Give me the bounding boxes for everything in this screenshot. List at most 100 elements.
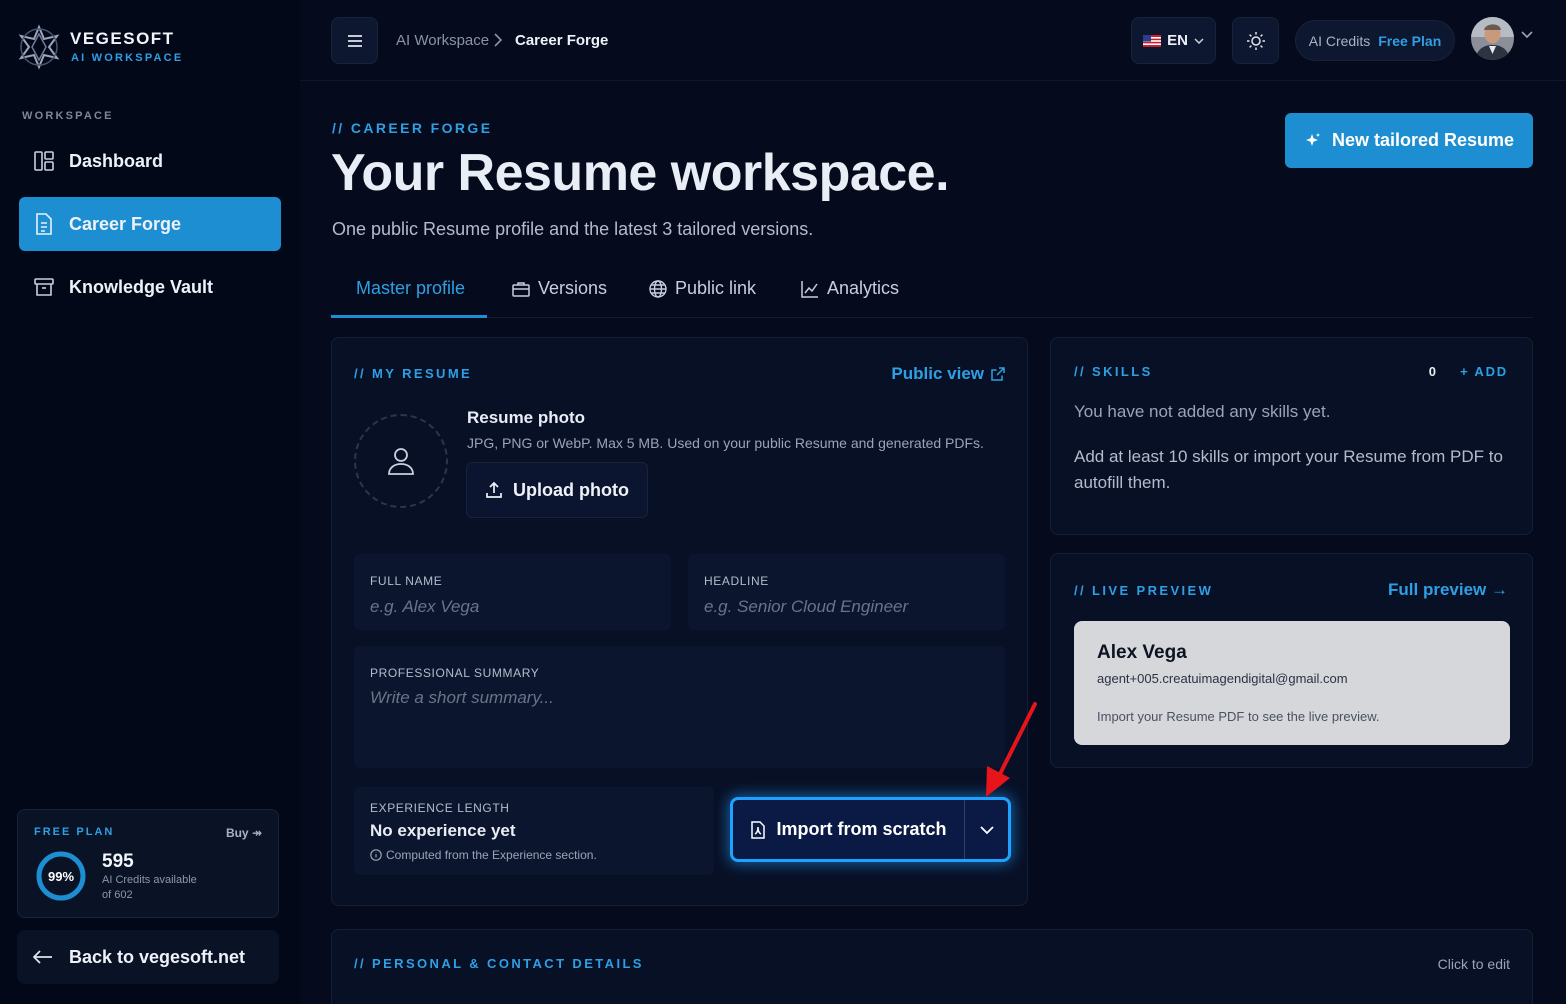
contact-details-card: // PERSONAL & CONTACT DETAILS Click to e…: [331, 929, 1533, 1004]
annotation-arrow-icon: [978, 700, 1042, 800]
add-skill-button[interactable]: + ADD: [1460, 364, 1508, 379]
import-options-dropdown[interactable]: [964, 800, 1008, 859]
preview-sheet[interactable]: Alex Vega agent+005.creatuimagendigital@…: [1074, 621, 1510, 745]
upload-photo-button[interactable]: Upload photo: [466, 462, 648, 518]
arrow-left-icon: [33, 950, 53, 964]
card-title: // LIVE PREVIEW: [1074, 583, 1214, 598]
upload-button-label: Upload photo: [513, 479, 629, 500]
my-resume-card: // MY RESUME Public view Resume photo JP…: [331, 337, 1028, 906]
tab-label: Master profile: [356, 278, 466, 298]
upload-icon: [485, 481, 503, 499]
live-preview-card: // LIVE PREVIEW Full preview → Alex Vega…: [1050, 553, 1533, 768]
chevron-right-icon: [492, 31, 504, 49]
new-button-label: New tailored Resume: [1331, 130, 1515, 150]
external-link-icon: [990, 366, 1005, 382]
card-title: // PERSONAL & CONTACT DETAILS: [354, 956, 644, 971]
menu-toggle-button[interactable]: [331, 17, 378, 64]
new-tailored-resume-button[interactable]: New tailored Resume: [1285, 113, 1533, 168]
breadcrumb-item-workspace[interactable]: AI Workspace: [396, 32, 489, 49]
field-label: HEADLINE: [704, 574, 769, 588]
tab-versions[interactable]: Versions: [512, 278, 607, 318]
credits-available-text: AI Credits available: [102, 874, 197, 886]
skills-count: 0: [1428, 364, 1436, 379]
field-label: EXPERIENCE LENGTH: [370, 801, 510, 815]
tab-master-profile[interactable]: Master profile: [356, 278, 465, 318]
click-to-edit-link[interactable]: Click to edit: [1438, 956, 1510, 972]
credits-percent: 99%: [47, 868, 75, 884]
topbar-divider: [300, 80, 1566, 81]
experience-note: Computed from the Experience section.: [370, 848, 597, 862]
credits-label: AI Credits: [1308, 32, 1371, 49]
briefcase-icon: [512, 281, 530, 297]
skills-card: // SKILLS 0 + ADD You have not added any…: [1050, 337, 1533, 535]
info-icon: [370, 849, 382, 861]
plan-label: FREE PLAN: [34, 826, 115, 838]
photo-title: Resume photo: [467, 408, 586, 427]
page-title: Your Resume workspace.: [331, 144, 950, 202]
brand-subtitle: AI WORKSPACE: [71, 52, 184, 64]
tab-analytics[interactable]: Analytics: [801, 278, 899, 318]
sidebar-item-label: Knowledge Vault: [69, 276, 214, 297]
full-name-field[interactable]: FULL NAME e.g. Alex Vega: [354, 554, 671, 630]
back-to-site-link[interactable]: Back to vegesoft.net: [17, 930, 279, 984]
field-label: PROFESSIONAL SUMMARY: [370, 666, 540, 680]
credits-plan: Free Plan: [1378, 32, 1442, 49]
archive-icon: [33, 276, 55, 298]
import-from-scratch-button[interactable]: Import from scratch: [733, 800, 964, 859]
skills-hint-text: Add at least 10 skills or import your Re…: [1074, 447, 1503, 492]
experience-note-text: Computed from the Experience section.: [386, 848, 597, 862]
sidebar-item-label: Career Forge: [69, 213, 182, 234]
card-title: // MY RESUME: [354, 366, 473, 381]
photo-placeholder[interactable]: [354, 414, 448, 508]
credits-total-text: of 602: [102, 889, 133, 901]
preview-email: agent+005.creatuimagendigital@gmail.com: [1097, 671, 1348, 686]
user-avatar[interactable]: [1471, 17, 1514, 60]
chevron-down-icon: [1194, 37, 1204, 44]
theme-toggle-button[interactable]: [1232, 17, 1279, 64]
full-preview-link[interactable]: Full preview →: [1388, 580, 1508, 600]
preview-note: Import your Resume PDF to see the live p…: [1097, 709, 1380, 724]
tab-label: Public link: [675, 278, 757, 298]
buy-credits-link[interactable]: Buy ↠: [226, 826, 262, 840]
us-flag-icon: [1143, 34, 1162, 47]
public-view-link[interactable]: Public view: [891, 364, 1005, 384]
chevron-down-icon: [979, 825, 994, 834]
field-label: FULL NAME: [370, 574, 443, 588]
language-selector[interactable]: EN: [1131, 17, 1216, 64]
photo-hint: JPG, PNG or WebP. Max 5 MB. Used on your…: [467, 435, 984, 451]
breadcrumb-item-current: Career Forge: [515, 32, 609, 49]
language-code: EN: [1167, 32, 1188, 49]
ai-credits-pill[interactable]: AI Credits Free Plan: [1295, 20, 1455, 61]
sidebar-item-knowledge-vault[interactable]: Knowledge Vault: [19, 260, 281, 314]
import-split-button: Import from scratch: [730, 797, 1011, 862]
professional-summary-field[interactable]: PROFESSIONAL SUMMARY Write a short summa…: [354, 646, 1005, 768]
vegesoft-logo-icon[interactable]: [16, 24, 62, 70]
field-placeholder: e.g. Alex Vega: [370, 597, 480, 616]
sun-icon: [1246, 31, 1266, 51]
plan-card: FREE PLAN Buy ↠ 99% 595 AI Credits avail…: [17, 809, 279, 918]
hamburger-icon: [347, 34, 363, 47]
chevron-down-icon[interactable]: [1521, 31, 1533, 39]
back-link-label: Back to vegesoft.net: [69, 946, 246, 967]
headline-field[interactable]: HEADLINE e.g. Senior Cloud Engineer: [688, 554, 1005, 630]
layout-icon: [33, 150, 55, 172]
sidebar-item-dashboard[interactable]: Dashboard: [19, 134, 281, 188]
tab-public-link[interactable]: Public link: [649, 278, 756, 318]
tab-label: Versions: [538, 278, 608, 298]
brand-name: VEGESOFT: [70, 29, 175, 48]
page-subtitle: One public Resume profile and the latest…: [332, 219, 814, 239]
credits-count: 595: [102, 851, 134, 872]
chart-line-icon: [801, 280, 819, 298]
field-placeholder: e.g. Senior Cloud Engineer: [704, 597, 909, 616]
document-icon: [33, 213, 55, 235]
public-view-label: Public view: [891, 364, 984, 383]
import-button-label: Import from scratch: [776, 819, 947, 839]
sidebar-item-label: Dashboard: [69, 150, 164, 171]
sparkle-icon: [1304, 132, 1322, 150]
field-placeholder: Write a short summary...: [370, 688, 554, 707]
sidebar: VEGESOFT AI WORKSPACE WORKSPACE Dashboar…: [0, 0, 300, 1004]
skills-empty-text: You have not added any skills yet.: [1074, 402, 1331, 421]
pdf-file-icon: [750, 820, 766, 839]
active-tab-indicator: [331, 315, 487, 318]
sidebar-item-career-forge[interactable]: Career Forge: [19, 197, 281, 251]
